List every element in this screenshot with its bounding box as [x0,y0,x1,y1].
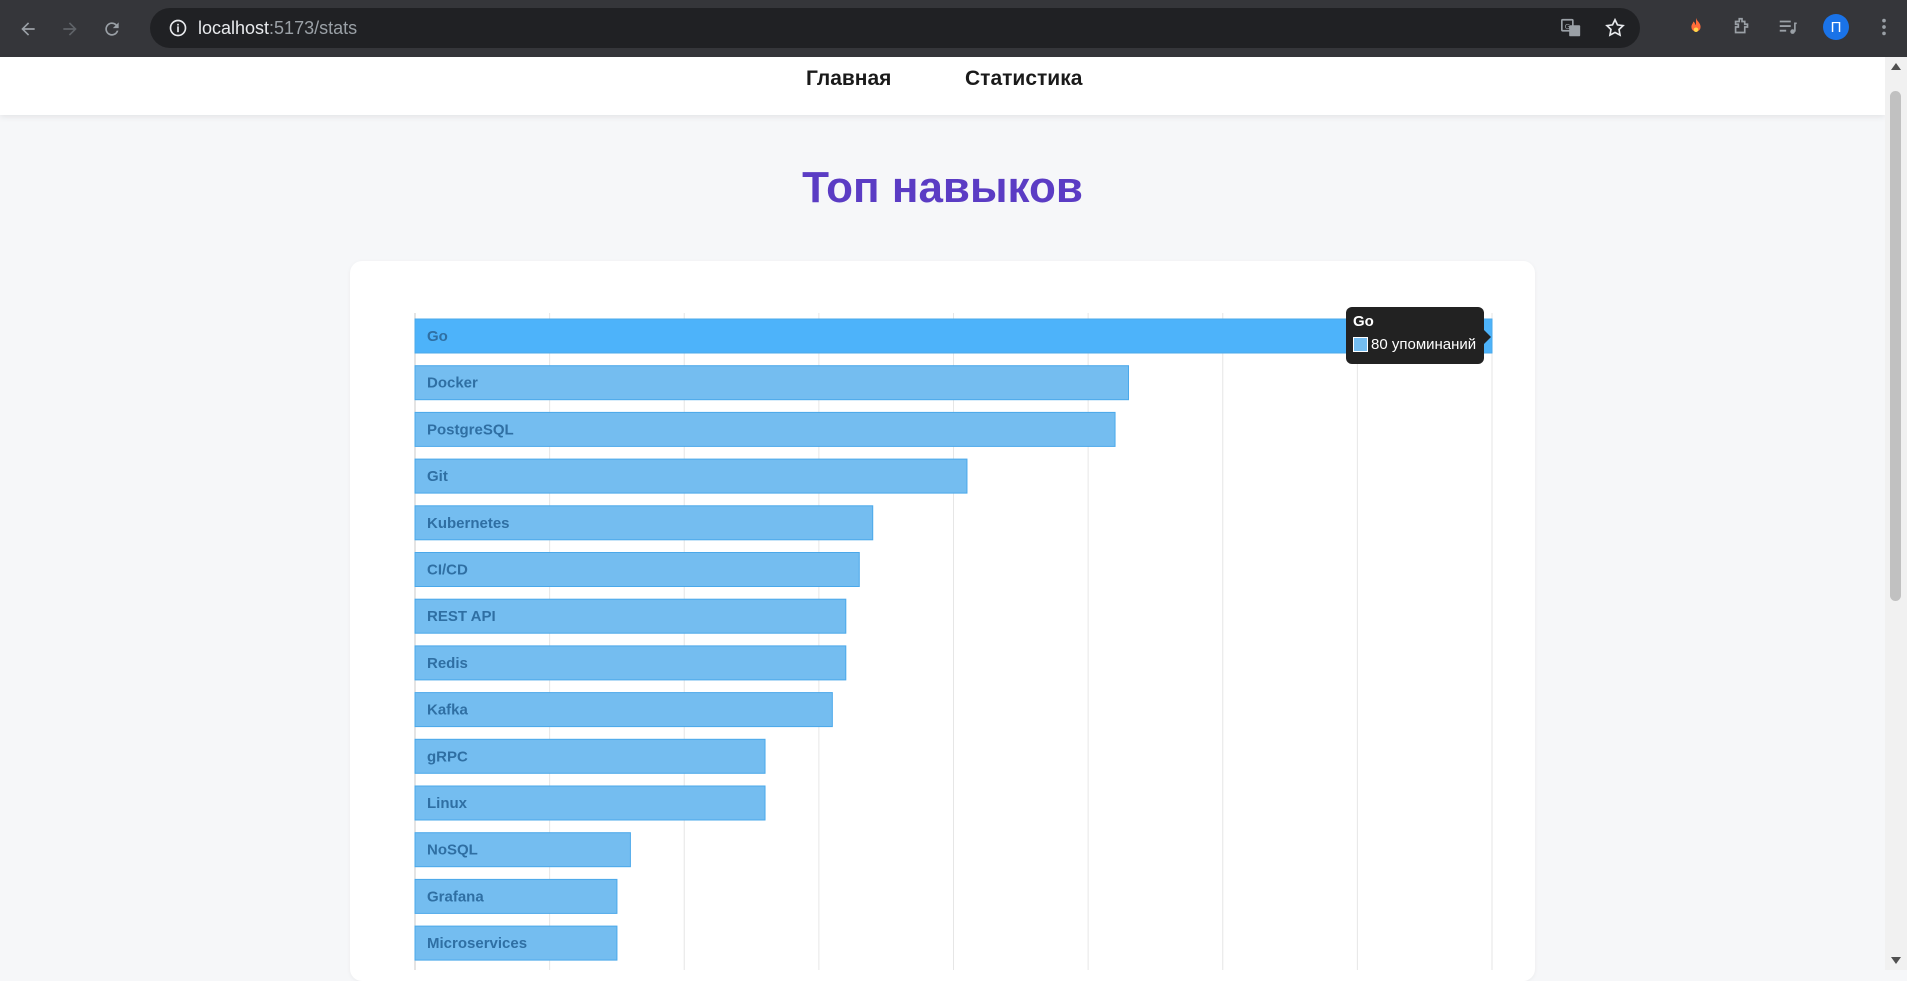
bar-label: Microservices [427,935,527,952]
tooltip-value: 80 упоминаний [1371,336,1477,353]
bar-label: gRPC [427,748,468,765]
bar-linux[interactable] [414,785,766,821]
scroll-up-arrow-icon[interactable] [1891,63,1901,70]
chart-tooltip: Go 80 упоминаний [1346,307,1491,364]
scroll-down-arrow-icon[interactable] [1891,957,1901,964]
bar-label: Grafana [427,888,484,905]
skills-bar-chart: Go Docker PostgreSQL Git Kubernetes CI/CD REST… [414,313,1493,970]
bar-kafka[interactable] [414,692,833,728]
bar-postgresql[interactable] [414,411,1116,447]
bar-label: PostgreSQL [427,421,514,438]
bar-label: CI/CD [427,562,468,579]
bar-label: Git [427,468,448,485]
tooltip-color-swatch [1353,337,1368,352]
page-scrollbar[interactable] [1885,57,1907,970]
bar-label: Go [427,328,448,345]
bar-git[interactable] [414,458,968,494]
bar-label: Redis [427,655,468,672]
bar-label: REST API [427,608,496,625]
bar-label: Linux [427,795,468,812]
tooltip-title: Go [1353,313,1374,330]
bar-label: NoSQL [427,842,478,859]
scroll-thumb[interactable] [1890,91,1901,601]
bar-ci-cd[interactable] [414,552,860,587]
bar-label: Kubernetes [427,515,510,532]
bar-redis[interactable] [414,645,847,681]
bar-go[interactable] [414,318,1493,354]
bar-label: Kafka [427,702,469,719]
bar-docker[interactable] [414,365,1130,401]
bar-label: Docker [427,375,478,392]
